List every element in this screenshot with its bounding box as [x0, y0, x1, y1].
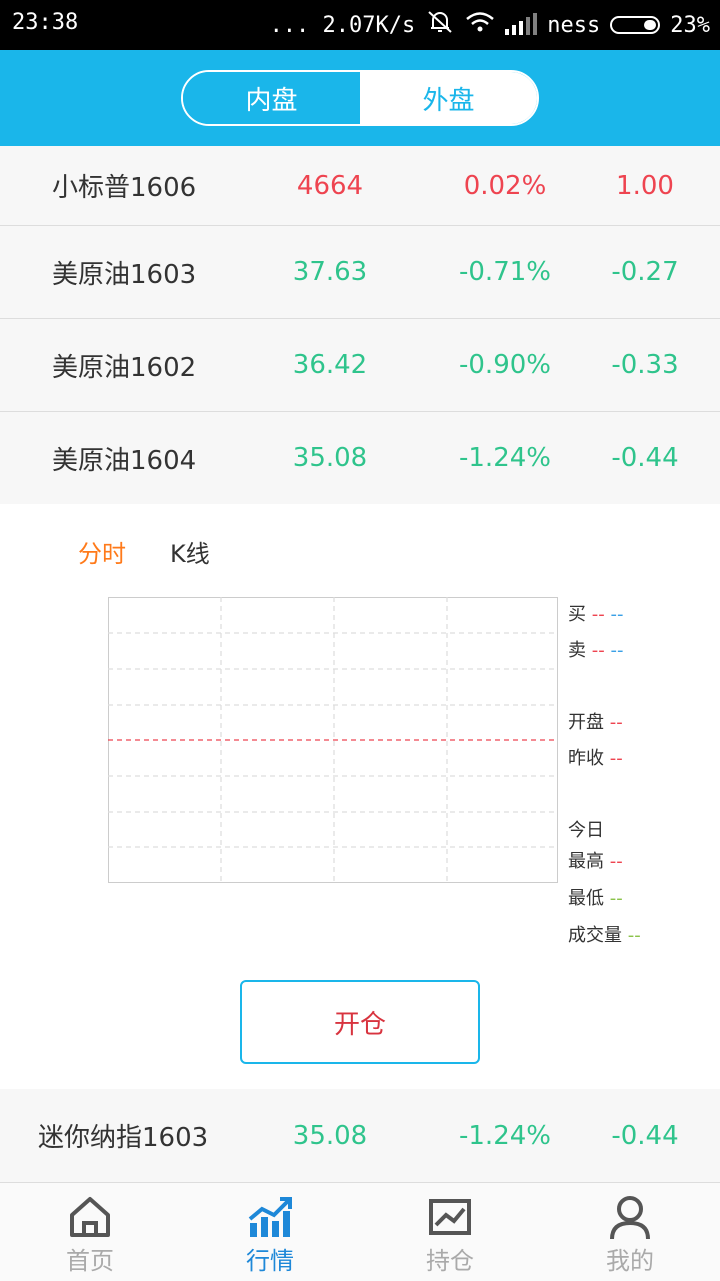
tab-foreign[interactable]: 外盘 — [360, 72, 537, 124]
quote-change: -0.44 — [611, 443, 679, 473]
carrier-name: ness — [547, 12, 601, 38]
battery-level: 23% — [670, 12, 710, 38]
nav-home-label: 首页 — [66, 1247, 114, 1275]
quote-percent: -0.90% — [459, 350, 551, 380]
legend-prev-close: 昨收 -- — [568, 748, 623, 769]
quote-change: -0.44 — [611, 1120, 679, 1151]
legend-low: 最低 -- — [568, 888, 623, 909]
network-speed: ... 2.07K/s — [269, 12, 416, 38]
nav-profile-label: 我的 — [606, 1247, 654, 1275]
nav-holdings-label: 持仓 — [426, 1247, 474, 1275]
quote-change: -0.27 — [611, 257, 679, 287]
holdings-icon — [426, 1193, 474, 1241]
tab-domestic[interactable]: 内盘 — [183, 72, 360, 124]
legend-open: 开盘 -- — [568, 712, 623, 733]
quote-name: 迷你纳指1603 — [38, 1123, 209, 1153]
open-position-button[interactable]: 开仓 — [240, 980, 480, 1064]
nav-market[interactable]: 行情 — [210, 1189, 330, 1276]
quote-price: 4664 — [296, 170, 364, 201]
quote-percent: -0.71% — [459, 257, 551, 287]
quote-name: 小标普1606 — [52, 173, 197, 203]
quote-percent: 0.02% — [463, 170, 547, 201]
quote-name: 美原油1604 — [52, 445, 197, 476]
quote-change: 1.00 — [616, 170, 674, 201]
legend-sell: 卖 -- -- — [568, 640, 624, 661]
nav-market-label: 行情 — [246, 1247, 294, 1275]
nav-holdings[interactable]: 持仓 — [390, 1189, 510, 1276]
status-time: 23:38 — [12, 10, 79, 35]
chart-icon — [246, 1193, 294, 1241]
quote-row[interactable]: 迷你纳指1603 35.08 -1.24% -0.44 — [0, 1089, 720, 1182]
timeshare-chart — [108, 597, 558, 883]
home-icon — [66, 1193, 114, 1241]
quote-name: 美原油1602 — [52, 352, 197, 383]
quote-row[interactable]: 美原油1602 36.42 -0.90% -0.33 — [0, 319, 720, 412]
chart-tabs: 分时 K线 — [78, 534, 210, 569]
profile-icon — [606, 1193, 654, 1241]
header: 内盘 外盘 — [0, 50, 720, 146]
bottom-nav: 首页 行情 持仓 我的 — [0, 1182, 720, 1281]
signal-icon — [505, 13, 538, 35]
market-segment-control: 内盘 外盘 — [181, 70, 539, 126]
battery-icon — [610, 16, 661, 34]
legend-high: 最高 -- — [568, 851, 623, 872]
status-bar: 23:38 ... 2.07K/s ness 23% — [0, 0, 720, 50]
quote-row[interactable]: 小标普1606 4664 0.02% 1.00 — [0, 146, 720, 226]
legend-volume: 成交量 -- — [568, 925, 641, 946]
wifi-icon — [465, 10, 495, 40]
nav-home[interactable]: 首页 — [30, 1189, 150, 1276]
quote-price: 35.08 — [292, 1120, 368, 1151]
quote-name: 美原油1603 — [52, 259, 197, 290]
quote-row[interactable]: 美原油1603 37.63 -0.71% -0.27 — [0, 226, 720, 319]
mute-icon — [425, 10, 455, 40]
quote-row-selected[interactable]: 美原油1604 35.08 -1.24% -0.44 — [0, 412, 720, 504]
quote-percent: -1.24% — [459, 1120, 551, 1151]
legend-buy: 买 -- -- — [568, 604, 624, 625]
tab-timeshare[interactable]: 分时 — [78, 534, 126, 569]
tab-kline[interactable]: K线 — [170, 534, 210, 569]
quote-detail-panel: 分时 K线 买 -- -- 卖 -- -- 开盘 -- 昨收 -- 今日 最高 … — [0, 504, 720, 1090]
quote-change: -0.33 — [611, 350, 679, 380]
quote-price: 37.63 — [292, 257, 368, 287]
nav-profile[interactable]: 我的 — [570, 1189, 690, 1276]
quote-price: 35.08 — [292, 443, 368, 473]
quote-price: 36.42 — [292, 350, 368, 380]
quote-percent: -1.24% — [459, 443, 551, 473]
legend-today: 今日 — [568, 820, 604, 841]
